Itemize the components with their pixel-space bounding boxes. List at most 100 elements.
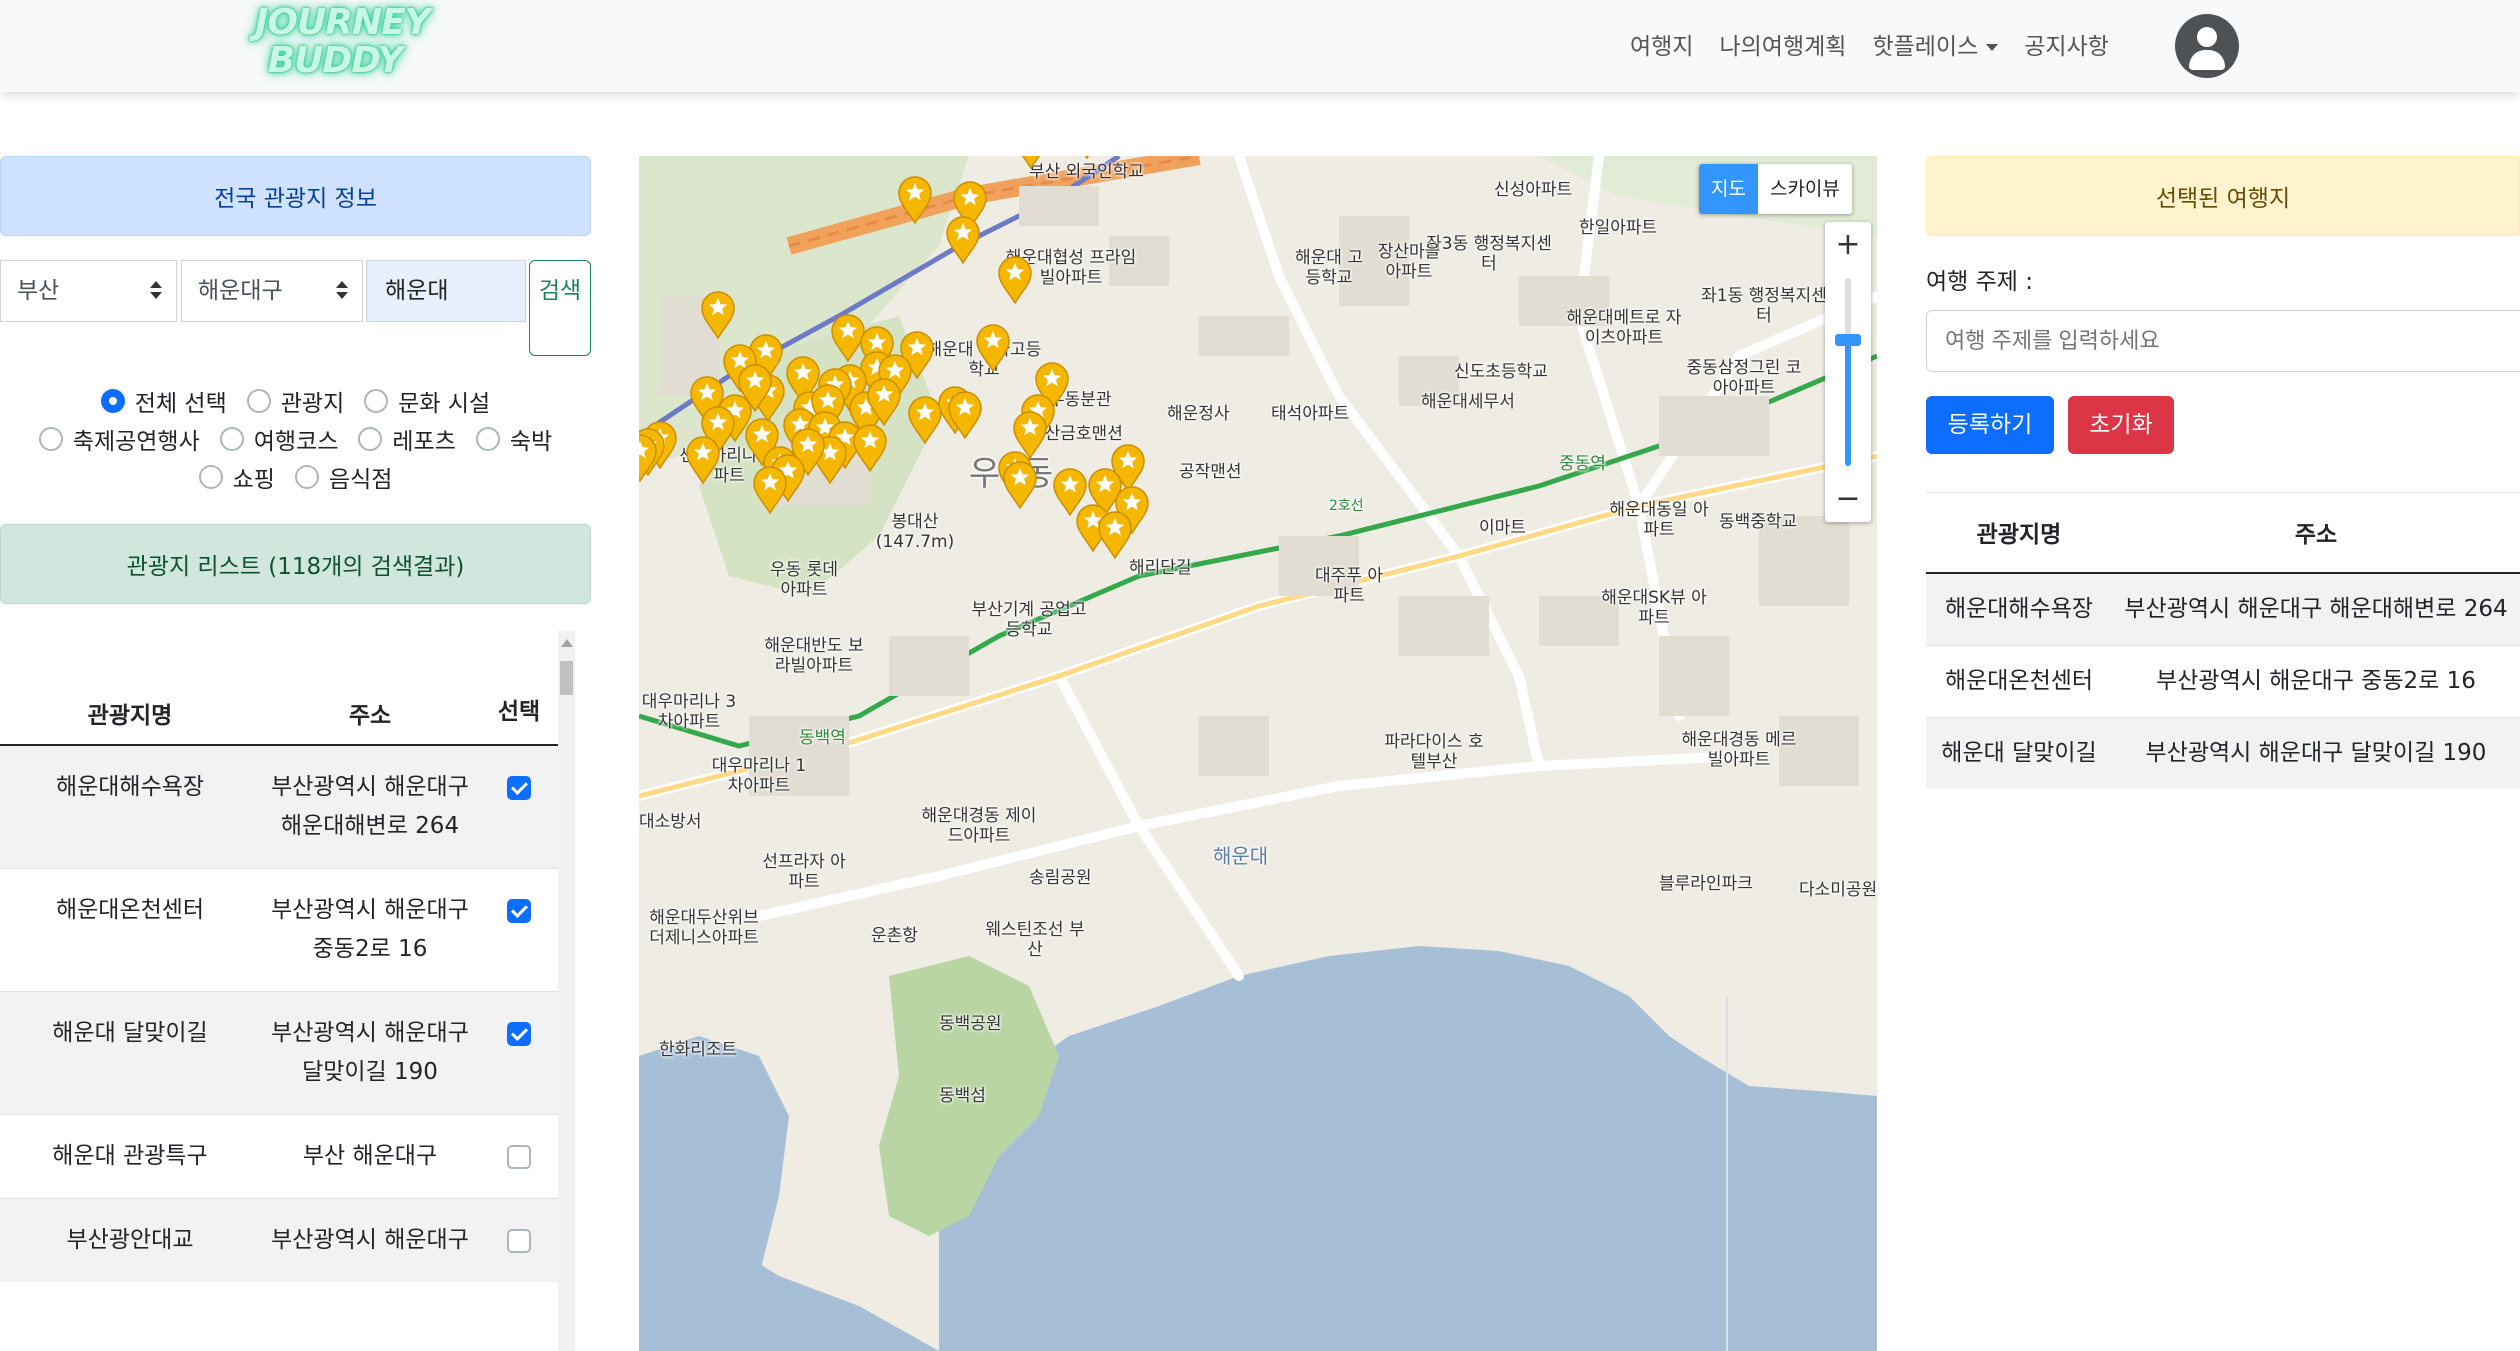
region-select[interactable]: 부산 — [0, 260, 177, 322]
map-label-line: 2호선 — [1329, 498, 1364, 514]
row-name: 해운대해수욕장 — [0, 744, 260, 869]
row-checkbox-checked[interactable] — [507, 1021, 531, 1046]
zoom-in-button[interactable]: + — [1825, 222, 1871, 268]
keyword-input[interactable]: 해운대 — [366, 260, 526, 322]
map-marker-star-icon[interactable] — [975, 324, 1011, 372]
reset-button[interactable]: 초기화 — [2068, 396, 2174, 454]
filter-festival[interactable]: 축제공연행사 — [38, 422, 200, 456]
map-label: 좌1동 행정복지센터 — [1701, 286, 1827, 326]
row-checkbox-checked[interactable] — [507, 898, 531, 923]
nav-link-destinations[interactable]: 여행지 — [1630, 27, 1693, 61]
navbar: JOURNEY BUDDY 여행지 나의여행계획 핫플레이스 공지사항 — [0, 0, 2520, 92]
map-label: 다소미공원 — [1799, 880, 1877, 900]
map-label: 장산마을 아파트 — [1377, 242, 1441, 282]
row-name: 부산광안대교 — [0, 1198, 260, 1282]
map-type-skyview-button[interactable]: 스카이뷰 — [1758, 164, 1852, 214]
map-label: 선프라자 아파트 — [762, 852, 846, 892]
filter-label: 음식점 — [328, 467, 393, 493]
filter-lodging[interactable]: 숙박 — [475, 422, 553, 456]
scroll-up-arrow-icon[interactable] — [561, 639, 573, 647]
column-header-name: 관광지명 — [0, 631, 260, 746]
map-label: 대우마리나 1차아파트 — [711, 756, 807, 796]
filter-culture[interactable]: 문화 시설 — [364, 384, 490, 418]
content-type-filters: 전체 선택 관광지 문화 시설 축제공연행사 여행코스 레포츠 숙박 쇼핑 음식… — [0, 382, 591, 496]
row-name: 해운대 달맞이길 — [1926, 716, 2112, 789]
map-marker-star-icon[interactable] — [866, 378, 902, 426]
nav-dropdown-hotplaces[interactable]: 핫플레이스 — [1872, 27, 1998, 61]
map-marker-star-icon[interactable] — [947, 391, 983, 439]
selected-table: 관광지명 주소 해운대해수욕장 부산광역시 해운대구 해운대해변로 264 해운… — [1926, 492, 2520, 789]
radio-icon[interactable] — [358, 427, 383, 451]
map-marker-star-icon[interactable] — [1002, 461, 1038, 509]
map-label: 해운정사 — [1167, 404, 1230, 424]
map-marker-star-icon[interactable] — [639, 434, 658, 482]
row-address: 부산광역시 해운대구 해운대해변로 264 — [260, 744, 480, 869]
radio-icon[interactable] — [294, 465, 319, 489]
register-button[interactable]: 등록하기 — [1926, 396, 2054, 454]
table-row: 해운대해수욕장 부산광역시 해운대구 해운대해변로 264 — [0, 744, 558, 869]
map-marker-star-icon[interactable] — [685, 436, 721, 484]
map-label: 한화리조트 — [659, 1040, 738, 1060]
map-label: 해운대동일 아파트 — [1609, 500, 1709, 540]
row-name: 해운대온천센터 — [1926, 644, 2112, 717]
filter-all[interactable]: 전체 선택 — [100, 384, 227, 418]
map-label: 송림공원 — [1029, 868, 1092, 888]
filter-restaurant[interactable]: 음식점 — [294, 460, 393, 494]
map-marker-star-icon[interactable] — [700, 291, 736, 339]
row-address: 부산 해운대구 — [260, 1114, 480, 1199]
region-select-value: 부산 — [17, 278, 60, 304]
column-header-name: 관광지명 — [1926, 492, 2112, 574]
map-marker-star-icon[interactable] — [752, 466, 788, 514]
row-checkbox-checked[interactable] — [507, 775, 531, 800]
app-logo[interactable]: JOURNEY BUDDY — [255, 4, 431, 88]
filter-label: 숙박 — [509, 429, 553, 455]
map-marker-star-icon[interactable] — [1069, 156, 1105, 159]
filter-leisure[interactable]: 레포츠 — [358, 422, 456, 456]
table-row: 해운대 관광특구 부산 해운대구 — [0, 1114, 558, 1199]
map-marker-star-icon[interactable] — [897, 176, 933, 224]
map-marker-star-icon[interactable] — [945, 216, 981, 264]
radio-selected-icon[interactable] — [100, 389, 125, 413]
filter-shopping[interactable]: 쇼핑 — [198, 460, 275, 494]
map-marker-star-icon[interactable] — [1097, 511, 1133, 559]
radio-icon[interactable] — [38, 427, 63, 451]
row-address: 부산광역시 해운대구 달맞이길 190 — [260, 991, 480, 1115]
map-type-map-button[interactable]: 지도 — [1699, 164, 1758, 214]
zoom-slider-handle[interactable] — [1835, 334, 1861, 346]
radio-icon[interactable] — [475, 427, 500, 451]
table-row: 해운대 달맞이길 부산광역시 해운대구 달맞이길 190 — [0, 991, 558, 1115]
filter-course[interactable]: 여행코스 — [219, 422, 338, 456]
search-button[interactable]: 검색 — [529, 260, 591, 356]
district-select[interactable]: 해운대구 — [181, 260, 363, 322]
zoom-out-button[interactable]: − — [1825, 476, 1871, 522]
radio-icon[interactable] — [364, 389, 389, 413]
map-label: 블루라인파크 — [1659, 874, 1753, 894]
radio-icon[interactable] — [246, 389, 271, 413]
user-avatar-icon[interactable] — [2175, 14, 2239, 78]
radio-icon[interactable] — [198, 465, 223, 489]
map-label: 봉대산 (147.7m) — [875, 512, 955, 552]
map-marker-star-icon[interactable] — [1013, 156, 1049, 169]
nav-link-notices[interactable]: 공지사항 — [2024, 27, 2109, 61]
scrollbar-thumb[interactable] — [560, 661, 573, 695]
row-name: 해운대해수욕장 — [1926, 572, 2112, 645]
column-header-address: 주소 — [260, 631, 480, 746]
row-checkbox[interactable] — [507, 1228, 531, 1253]
filter-label: 쇼핑 — [232, 467, 275, 493]
filter-label: 레포츠 — [392, 429, 456, 455]
map-label: 해운대두산위브 더제니스아파트 — [649, 908, 759, 948]
map-label: 태석아파트 — [1271, 404, 1350, 424]
map-marker-star-icon[interactable] — [997, 256, 1033, 304]
search-panel: 전국 관광지 정보 부산 해운대구 해운대 검색 전체 선택 관광지 문화 시설… — [0, 156, 591, 1351]
filter-tourist-spot[interactable]: 관광지 — [246, 384, 345, 418]
map-label: 동백중학교 — [1719, 512, 1798, 532]
map-marker-star-icon[interactable] — [852, 424, 888, 472]
table-scrollbar[interactable] — [558, 631, 575, 1351]
theme-input[interactable] — [1926, 310, 2520, 372]
filter-label: 관광지 — [280, 391, 345, 417]
nav-link-my-plans[interactable]: 나의여행계획 — [1719, 27, 1846, 61]
row-checkbox[interactable] — [507, 1144, 531, 1169]
map-label: 이마트 — [1479, 518, 1526, 538]
radio-icon[interactable] — [219, 427, 244, 451]
map-view[interactable]: 부산 외국인학교 신성아파트 한일아파트 좌3동 행정복지센터 좌1동 행정복지… — [639, 156, 1877, 1351]
